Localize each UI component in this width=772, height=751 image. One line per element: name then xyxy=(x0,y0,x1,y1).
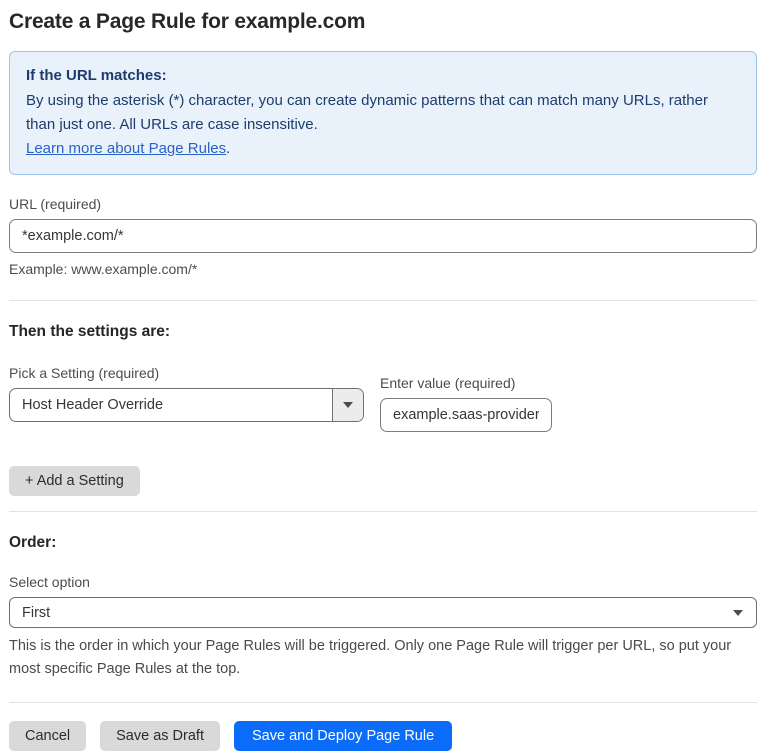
url-field-label: URL (required) xyxy=(9,196,102,212)
order-select-label: Select option xyxy=(9,574,90,590)
info-box-body: By using the asterisk (*) character, you… xyxy=(26,92,708,133)
setting-picker-column: Pick a Setting (required) Host Header Ov… xyxy=(9,365,364,432)
setting-value-input[interactable] xyxy=(380,398,552,432)
setting-select-value: Host Header Override xyxy=(22,397,164,413)
chevron-down-icon xyxy=(343,402,353,408)
page-title: Create a Page Rule for example.com xyxy=(9,10,366,33)
order-select-value: First xyxy=(22,604,51,621)
footer-actions: Cancel Save as Draft Save and Deploy Pag… xyxy=(9,721,757,751)
page-rule-form: Create a Page Rule for example.com If th… xyxy=(0,0,766,751)
setting-value-label: Enter value (required) xyxy=(380,375,516,391)
url-example-helper: Example: www.example.com/* xyxy=(9,261,198,277)
save-as-draft-button[interactable]: Save as Draft xyxy=(100,721,220,751)
order-helper-text: This is the order in which your Page Rul… xyxy=(9,638,732,677)
settings-section-heading: Then the settings are: xyxy=(9,323,171,340)
divider xyxy=(9,511,757,512)
divider xyxy=(9,702,757,703)
info-box-link-line: Learn more about Page Rules. xyxy=(26,137,740,161)
setting-picker-label: Pick a Setting (required) xyxy=(9,365,160,381)
add-setting-button[interactable]: + Add a Setting xyxy=(9,466,140,496)
setting-value-column: Enter value (required) xyxy=(380,375,552,432)
order-select[interactable]: First xyxy=(9,597,757,628)
save-and-deploy-button[interactable]: Save and Deploy Page Rule xyxy=(233,721,453,751)
order-select-arrow xyxy=(733,598,756,627)
info-box-heading: If the URL matches: xyxy=(26,67,167,84)
setting-select[interactable]: Host Header Override xyxy=(9,388,364,422)
learn-more-link[interactable]: Learn more about Page Rules xyxy=(26,140,226,157)
setting-select-arrow-button[interactable] xyxy=(332,389,363,421)
divider xyxy=(9,300,757,301)
order-section-heading: Order: xyxy=(9,534,57,551)
url-match-info-box: If the URL matches: By using the asteris… xyxy=(9,51,757,175)
cancel-button[interactable]: Cancel xyxy=(9,721,87,751)
chevron-down-icon xyxy=(733,609,743,616)
link-period: . xyxy=(226,140,231,157)
url-input[interactable] xyxy=(9,219,757,253)
settings-row: Pick a Setting (required) Host Header Ov… xyxy=(9,365,757,432)
